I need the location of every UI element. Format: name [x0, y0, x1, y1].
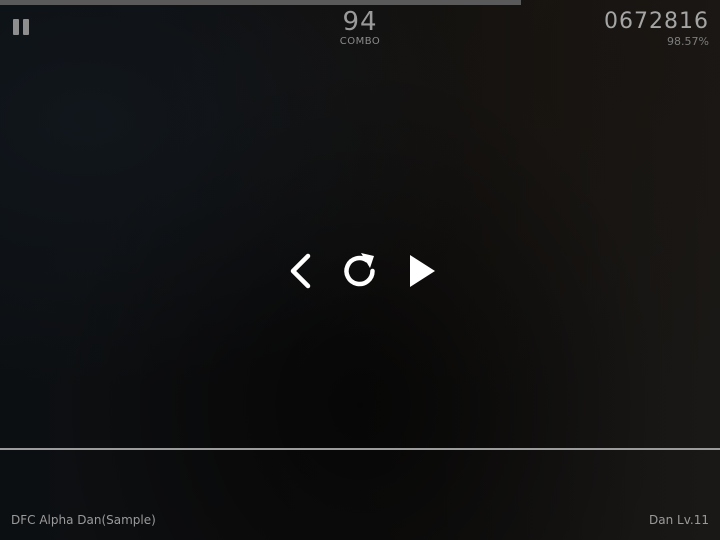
game-screen: 94 COMBO 0672816 98.57% DFC Alpha Dan(Sa…	[0, 0, 720, 540]
chart-level: Dan Lv.11	[649, 513, 709, 527]
retry-icon	[344, 253, 375, 287]
retry-button[interactable]	[337, 248, 383, 294]
pause-menu-controls	[280, 248, 440, 294]
pause-icon	[13, 19, 19, 35]
pause-icon-bar	[23, 19, 29, 35]
score-panel: 0672816 98.57%	[604, 9, 709, 49]
accuracy-value: 98.57%	[667, 35, 709, 48]
play-icon	[410, 255, 435, 287]
song-progress-fill	[0, 0, 521, 5]
combo-value: 94	[342, 7, 378, 37]
resume-button[interactable]	[400, 248, 446, 294]
song-progress-bar	[0, 0, 720, 5]
score-value: 0672816	[604, 9, 709, 34]
chart-title: DFC Alpha Dan(Sample)	[11, 513, 156, 527]
chevron-left-icon	[290, 253, 311, 289]
combo-counter: 94 COMBO	[310, 8, 410, 48]
combo-label: COMBO	[339, 36, 381, 47]
judgement-line	[0, 448, 720, 450]
back-button[interactable]	[280, 248, 326, 294]
pause-button[interactable]	[13, 18, 31, 36]
